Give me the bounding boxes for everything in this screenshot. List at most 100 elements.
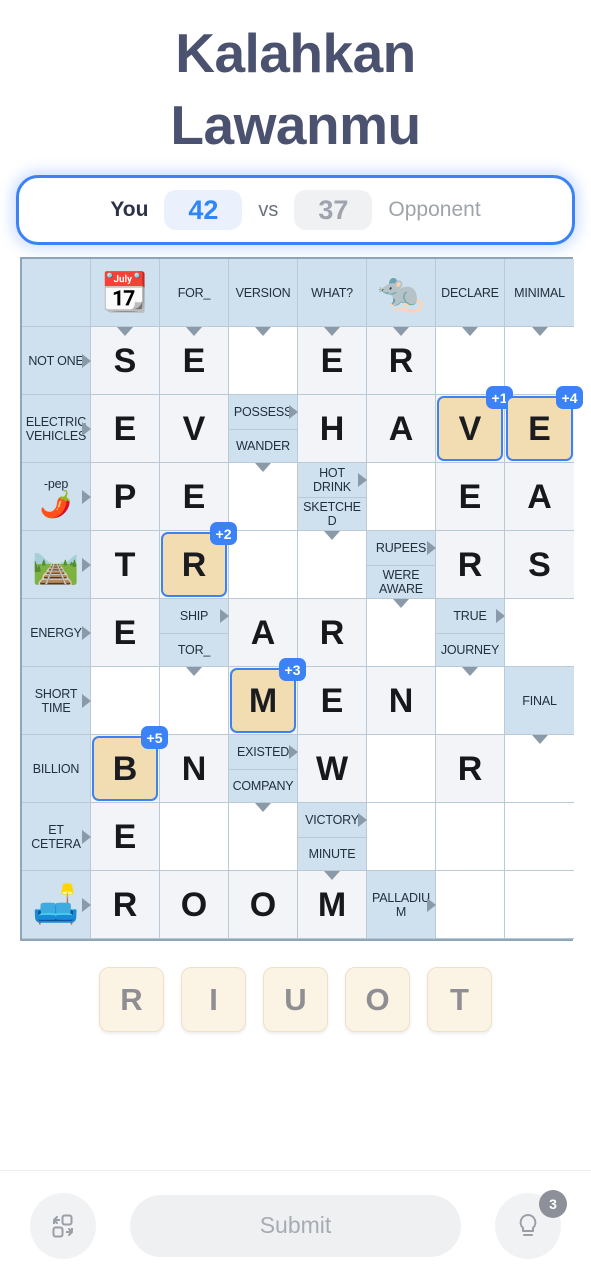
tray-tile-2[interactable]: U — [263, 967, 328, 1032]
grid-cell-r1-c5[interactable]: R — [367, 327, 436, 395]
grid-cell-r8-c4[interactable]: VICTORY MINUTE — [298, 803, 367, 871]
grid-cell-r2-c1[interactable]: E — [91, 395, 160, 463]
grid-cell-r8-c5[interactable] — [367, 803, 436, 871]
placed-tile[interactable]: R +2 — [161, 522, 237, 597]
placed-tile[interactable]: E +4 — [506, 386, 583, 461]
tray-tile-1[interactable]: I — [181, 967, 246, 1032]
grid-cell-r1-c1[interactable]: S — [91, 327, 160, 395]
grid-cell-r8-c0[interactable]: ET CETERA — [22, 803, 91, 871]
grid-cell-r1-c6[interactable] — [436, 327, 505, 395]
grid-cell-r6-c5[interactable]: N — [367, 667, 436, 735]
grid-cell-r4-c0[interactable]: 🛤️ — [22, 531, 91, 599]
grid-cell-r3-c0[interactable]: -pep 🌶️ — [22, 463, 91, 531]
grid-cell-r1-c7[interactable] — [505, 327, 574, 395]
grid-cell-r0-c7[interactable]: MINIMAL — [505, 259, 574, 327]
clue-half-bottom: WERE AWARE — [367, 564, 435, 599]
grid-cell-r1-c0[interactable]: NOT ONE — [22, 327, 91, 395]
grid-cell-r2-c4[interactable]: H — [298, 395, 367, 463]
grid-cell-r0-c2[interactable]: FOR_ — [160, 259, 229, 327]
grid-cell-r9-c2[interactable]: O — [160, 871, 229, 939]
grid-cell-r4-c6[interactable]: R — [436, 531, 505, 599]
grid-cell-r1-c3[interactable] — [229, 327, 298, 395]
grid-cell-r8-c3[interactable] — [229, 803, 298, 871]
arrow-down-icon — [462, 667, 478, 676]
grid-cell-r5-c2[interactable]: SHIP TOR_ — [160, 599, 229, 667]
grid-cell-r5-c1[interactable]: E — [91, 599, 160, 667]
grid-cell-r8-c7[interactable] — [505, 803, 574, 871]
grid-cell-r4-c4[interactable] — [298, 531, 367, 599]
submit-button[interactable]: Submit — [130, 1194, 461, 1257]
grid-cell-r7-c4[interactable]: W — [298, 735, 367, 803]
grid-cell-r2-c7[interactable]: E +4 — [505, 386, 583, 463]
grid-cell-r0-c4[interactable]: WHAT? — [298, 259, 367, 327]
letter-tray[interactable]: RIUOT — [0, 941, 591, 1056]
grid-cell-r5-c0[interactable]: ENERGY — [22, 599, 91, 667]
grid-cell-r3-c5[interactable] — [367, 463, 436, 531]
grid-cell-r9-c4[interactable]: M — [298, 871, 367, 939]
grid-cell-r8-c6[interactable] — [436, 803, 505, 871]
grid-cell-r5-c4[interactable]: R — [298, 599, 367, 667]
grid-cell-r2-c6[interactable]: V +1 — [436, 386, 513, 463]
grid-letter: E — [113, 409, 137, 448]
grid-cell-r4-c2[interactable]: R +2 — [160, 522, 237, 599]
grid-cell-r8-c2[interactable] — [160, 803, 229, 871]
grid-cell-r7-c6[interactable]: R — [436, 735, 505, 803]
grid-cell-r4-c3[interactable] — [229, 531, 298, 599]
grid-cell-r7-c5[interactable] — [367, 735, 436, 803]
grid-cell-r9-c3[interactable]: O — [229, 871, 298, 939]
grid-cell-r3-c2[interactable]: E — [160, 463, 229, 531]
shuffle-button[interactable] — [30, 1192, 96, 1259]
grid-cell-r3-c7[interactable]: A — [505, 463, 574, 531]
grid-cell-r9-c1[interactable]: R — [91, 871, 160, 939]
grid-cell-r8-c1[interactable]: E — [91, 803, 160, 871]
grid-cell-r6-c2[interactable] — [160, 667, 229, 735]
grid-cell-r0-c3[interactable]: VERSION — [229, 259, 298, 327]
grid-cell-r9-c6[interactable] — [436, 871, 505, 939]
grid-cell-r7-c0[interactable]: BILLION — [22, 735, 91, 803]
grid-cell-r5-c3[interactable]: A — [229, 599, 298, 667]
grid-cell-r6-c6[interactable] — [436, 667, 505, 735]
clue-text: POSSESS — [233, 404, 293, 419]
grid-cell-r4-c7[interactable]: S — [505, 531, 574, 599]
grid-cell-r0-c1[interactable]: 📆 — [91, 259, 160, 327]
grid-cell-r6-c0[interactable]: SHORT TIME — [22, 667, 91, 735]
tray-tile-0[interactable]: R — [99, 967, 164, 1032]
crossword-grid[interactable]: 📆 FOR_ VERSION WHAT? 🐀 DECLARE MINIMAL NOT ONE S… — [20, 257, 583, 941]
placed-tile[interactable]: B +5 — [92, 726, 168, 801]
grid-cell-r7-c7[interactable] — [505, 735, 574, 803]
grid-cell-r3-c6[interactable]: E — [436, 463, 505, 531]
grid-cell-r0-c5[interactable]: 🐀 — [367, 259, 436, 327]
grid-cell-r7-c1[interactable]: B +5 — [91, 726, 168, 803]
grid-cell-r3-c1[interactable]: P — [91, 463, 160, 531]
grid-cell-r4-c5[interactable]: RUPEES WERE AWARE — [367, 531, 436, 599]
clue-text: SHORT TIME — [34, 686, 78, 715]
grid-cell-r3-c4[interactable]: HOT DRINK SKETCHED — [298, 463, 367, 531]
grid-cell-r5-c7[interactable] — [505, 599, 574, 667]
grid-cell-r2-c0[interactable]: ELECTRIC VEHICLES — [22, 395, 91, 463]
grid-cell-r6-c7[interactable]: FINAL — [505, 667, 574, 735]
tray-tile-4[interactable]: T — [427, 967, 492, 1032]
placed-tile[interactable]: V +1 — [437, 386, 513, 461]
grid-cell-r5-c6[interactable]: TRUE JOURNEY — [436, 599, 505, 667]
grid-cell-r1-c2[interactable]: E — [160, 327, 229, 395]
placed-tile[interactable]: M +3 — [230, 658, 306, 733]
grid-cell-r6-c4[interactable]: E — [298, 667, 367, 735]
grid-cell-r7-c2[interactable]: N — [160, 735, 229, 803]
grid-cell-r6-c1[interactable] — [91, 667, 160, 735]
grid-cell-r9-c0[interactable]: 🛋️ — [22, 871, 91, 939]
hint-button[interactable]: 3 — [495, 1189, 567, 1259]
tray-tile-3[interactable]: O — [345, 967, 410, 1032]
grid-cell-r9-c5[interactable]: PALLADIUM — [367, 871, 436, 939]
grid-cell-r0-c0[interactable] — [22, 259, 91, 327]
grid-cell-r2-c3[interactable]: POSSESS WANDER — [229, 395, 298, 463]
grid-cell-r2-c5[interactable]: A — [367, 395, 436, 463]
grid-cell-r0-c6[interactable]: DECLARE — [436, 259, 505, 327]
grid-cell-r3-c3[interactable] — [229, 463, 298, 531]
grid-cell-r2-c2[interactable]: V — [160, 395, 229, 463]
grid-cell-r1-c4[interactable]: E — [298, 327, 367, 395]
grid-cell-r6-c3[interactable]: M +3 — [229, 658, 306, 735]
grid-cell-r9-c7[interactable] — [505, 871, 574, 939]
grid-cell-r7-c3[interactable]: EXISTED COMPANY — [229, 735, 298, 803]
grid-cell-r4-c1[interactable]: T — [91, 531, 160, 599]
grid-cell-r5-c5[interactable] — [367, 599, 436, 667]
